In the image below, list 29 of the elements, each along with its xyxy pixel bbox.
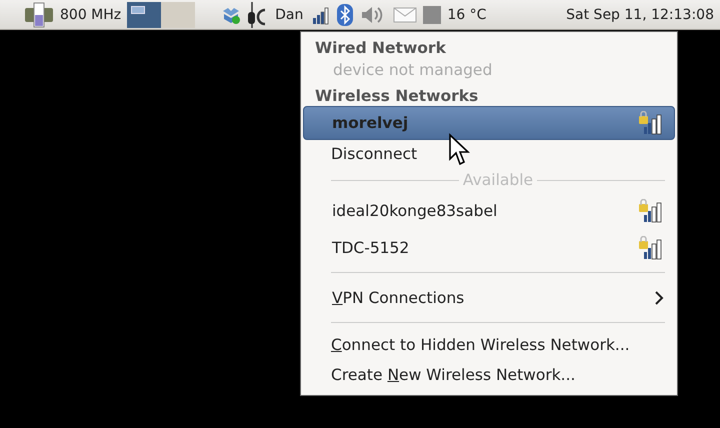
section-header: Wireless Networks	[314, 86, 480, 106]
weather-icon	[423, 6, 442, 24]
status-text: device not managed	[332, 60, 494, 81]
cpu-meter-icon	[24, 2, 54, 28]
network-item[interactable]: morelvej	[303, 106, 675, 140]
mouse-pointer-icon	[448, 133, 470, 167]
menu-item[interactable]: Disconnect	[303, 140, 675, 168]
mail-icon[interactable]	[393, 6, 418, 24]
menu-label: VPN Connections	[332, 288, 464, 306]
clock[interactable]: Sat Sep 11, 12:13:08	[566, 6, 714, 22]
workspace-button[interactable]	[127, 2, 162, 28]
menu-item[interactable]: Connect to Hidden Wireless Network...	[303, 329, 675, 361]
network-item[interactable]: ideal20konge83sabel	[303, 192, 675, 229]
temperature: 16 °C	[447, 6, 486, 22]
menu-label: Create New Wireless Network...	[331, 366, 576, 384]
section-header: Wired Network	[314, 38, 447, 58]
cpu-frequency: 800 MHz	[60, 6, 122, 22]
menu-label: Connect to Hidden Wireless Network...	[331, 336, 630, 354]
separator-label: Available	[462, 171, 534, 189]
menu-label: Disconnect	[331, 145, 418, 163]
submenu-item[interactable]: VPN Connections	[303, 279, 675, 316]
chevron-right-icon	[654, 290, 664, 304]
locked-signal-icon	[638, 236, 664, 260]
locked-signal-icon	[638, 198, 664, 222]
menu-item[interactable]: Create New Wireless Network...	[303, 361, 675, 389]
locked-signal-icon	[638, 111, 664, 135]
bluetooth-icon[interactable]	[337, 4, 354, 26]
user-name: Dan	[275, 6, 304, 22]
network-item[interactable]: TDC-5152	[303, 229, 675, 266]
